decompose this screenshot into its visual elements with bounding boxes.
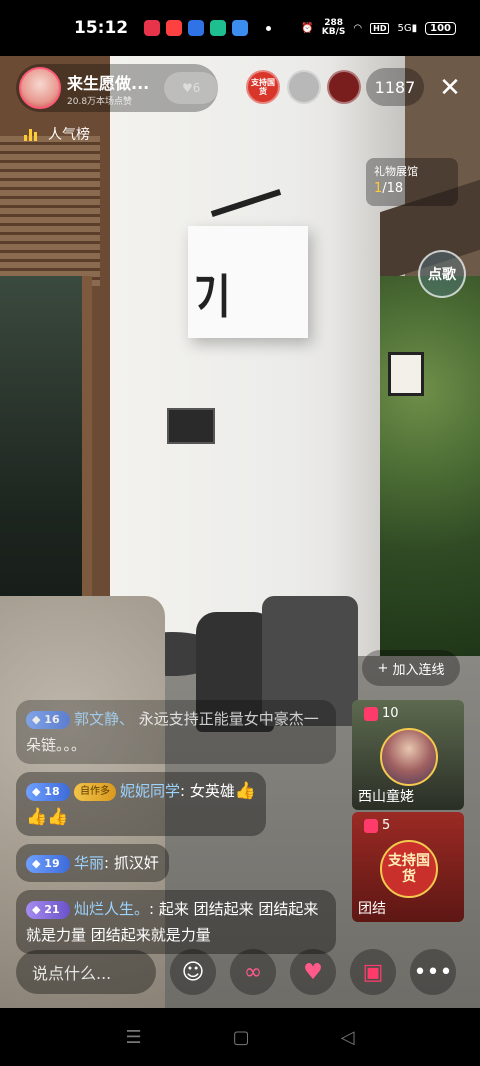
- level-badge: ◆ 18: [26, 782, 70, 801]
- bar-chart-icon: [24, 127, 40, 141]
- comment-username[interactable]: 华丽: [74, 854, 104, 872]
- wall-plaque: [167, 408, 215, 444]
- wifi-icon: ◠: [353, 22, 363, 34]
- alarm-icon: ⏰: [301, 22, 314, 34]
- emoji-icon[interactable]: ☺: [170, 949, 216, 995]
- comment-username[interactable]: 郭文静、: [74, 710, 134, 728]
- gift-count: 5: [382, 818, 391, 833]
- clock: 15:12: [74, 18, 129, 38]
- baidu-app-icon: [188, 20, 205, 36]
- comment-text: 永远支持正能量女中豪杰一朵链。。。: [26, 710, 319, 754]
- heart-icon: ♥: [181, 81, 193, 95]
- street-lamp: [388, 352, 424, 396]
- comment-item: ◆ 16 郭文静、 永远支持正能量女中豪杰一朵链。。。: [16, 700, 336, 764]
- hd-icon: HD: [370, 22, 390, 34]
- gift-icon: [364, 706, 378, 721]
- link-mic-icon[interactable]: ∞: [230, 949, 276, 995]
- thumbs-up-icon: 👍: [234, 781, 257, 801]
- home-nav-icon[interactable]: ▢: [233, 1027, 250, 1048]
- host-avatar[interactable]: [19, 67, 61, 109]
- viewer-avatar[interactable]: [327, 70, 361, 104]
- viewer-count[interactable]: 1187: [366, 68, 424, 106]
- gift-sender-name: 西山童姥: [358, 789, 414, 805]
- battery-icon: 100: [425, 21, 456, 35]
- comment-item: ◆ 19 华丽: 抓汉奸: [16, 844, 169, 882]
- video-app-icon: [166, 20, 183, 36]
- comment-username[interactable]: 妮妮同学: [120, 782, 180, 800]
- level-badge: ◆ 19: [26, 854, 70, 873]
- gift-icon: [364, 818, 378, 833]
- comment-username[interactable]: 灿烂人生。: [74, 900, 149, 918]
- bottom-action-bar: 说点什么... ☺ ∞ ♥ ▣ •••: [0, 940, 480, 1004]
- viewer-avatar[interactable]: [287, 70, 321, 104]
- join-connection-button[interactable]: + 加入连线: [362, 650, 460, 686]
- gift-box-icon[interactable]: ▣: [350, 949, 396, 995]
- gift-sender-avatar: 支持国货: [380, 840, 438, 898]
- status-bar: 15:12 ⏰ 288 KB/S ◠ HD 5G▮ 100: [0, 0, 480, 56]
- song-request-button[interactable]: 点歌: [418, 250, 466, 298]
- chat-input[interactable]: 说点什么...: [16, 950, 156, 994]
- gift-gallery-progress: 1/18: [374, 181, 404, 196]
- wooden-louver: [0, 136, 100, 286]
- follow-button[interactable]: ♥ 6: [164, 72, 218, 104]
- notification-icons: [144, 20, 272, 36]
- gift-count: 10: [382, 706, 399, 721]
- more-notifications-icon: [266, 25, 272, 31]
- back-nav-icon[interactable]: ◁: [341, 1027, 355, 1048]
- gift-card[interactable]: 5 支持国货 团结: [352, 812, 464, 922]
- browser-app-icon: [232, 20, 249, 36]
- comment-feed[interactable]: ◆ 16 郭文静、 永远支持正能量女中豪杰一朵链。。。 ◆ 18 自作多 妮妮同学: …: [16, 700, 346, 962]
- gift-sender-name: 团结: [358, 901, 386, 917]
- gift-sender-avatar: [380, 728, 438, 786]
- comment-text: 起来 团结起来 团结起来就是力量 团结起来就是力量: [26, 900, 319, 944]
- music-app-icon: [144, 20, 161, 36]
- gift-gallery-title: 礼物展馆: [374, 165, 418, 178]
- fan-club-badge: 自作多: [74, 782, 116, 801]
- plus-icon: +: [377, 660, 389, 676]
- popularity-rank[interactable]: 人气榜: [24, 124, 90, 144]
- signal-icon: 5G▮: [397, 22, 418, 34]
- more-icon[interactable]: •••: [410, 949, 456, 995]
- thumbs-up-icon: 👍👍: [26, 807, 69, 827]
- gift-card[interactable]: 10 西山童姥: [352, 700, 464, 810]
- wallet-app-icon: [210, 20, 227, 36]
- sign-logo-glyph: ﾌ|: [194, 267, 233, 318]
- comment-item: ◆ 18 自作多 妮妮同学: 女英雄👍 👍👍: [16, 772, 267, 836]
- comment-text: 女英雄: [189, 782, 235, 800]
- menu-nav-icon[interactable]: ☰: [126, 1027, 142, 1048]
- network-speed: 288 KB/S: [321, 18, 346, 37]
- level-badge: ◆ 16: [26, 710, 70, 729]
- viewer-avatar[interactable]: 支持国货: [246, 70, 280, 104]
- level-badge: ◆ 21: [26, 900, 70, 919]
- close-icon[interactable]: ✕: [432, 70, 468, 106]
- gift-gallery[interactable]: 礼物展馆 1/18: [366, 158, 458, 206]
- system-indicators: ⏰ 288 KB/S ◠ HD 5G▮ 100: [301, 19, 456, 37]
- host-info[interactable]: 来生愿做... 20.8万本场点赞 ♥ 6: [16, 64, 218, 112]
- trees: [380, 276, 480, 656]
- like-heart-icon[interactable]: ♥: [290, 949, 336, 995]
- comment-text: 抓汉奸: [113, 854, 159, 872]
- host-name: 来生愿做...: [67, 73, 150, 93]
- host-like-count: 20.8万本场点赞: [67, 96, 133, 107]
- system-nav-bar: ☰ ▢ ◁: [0, 1008, 480, 1066]
